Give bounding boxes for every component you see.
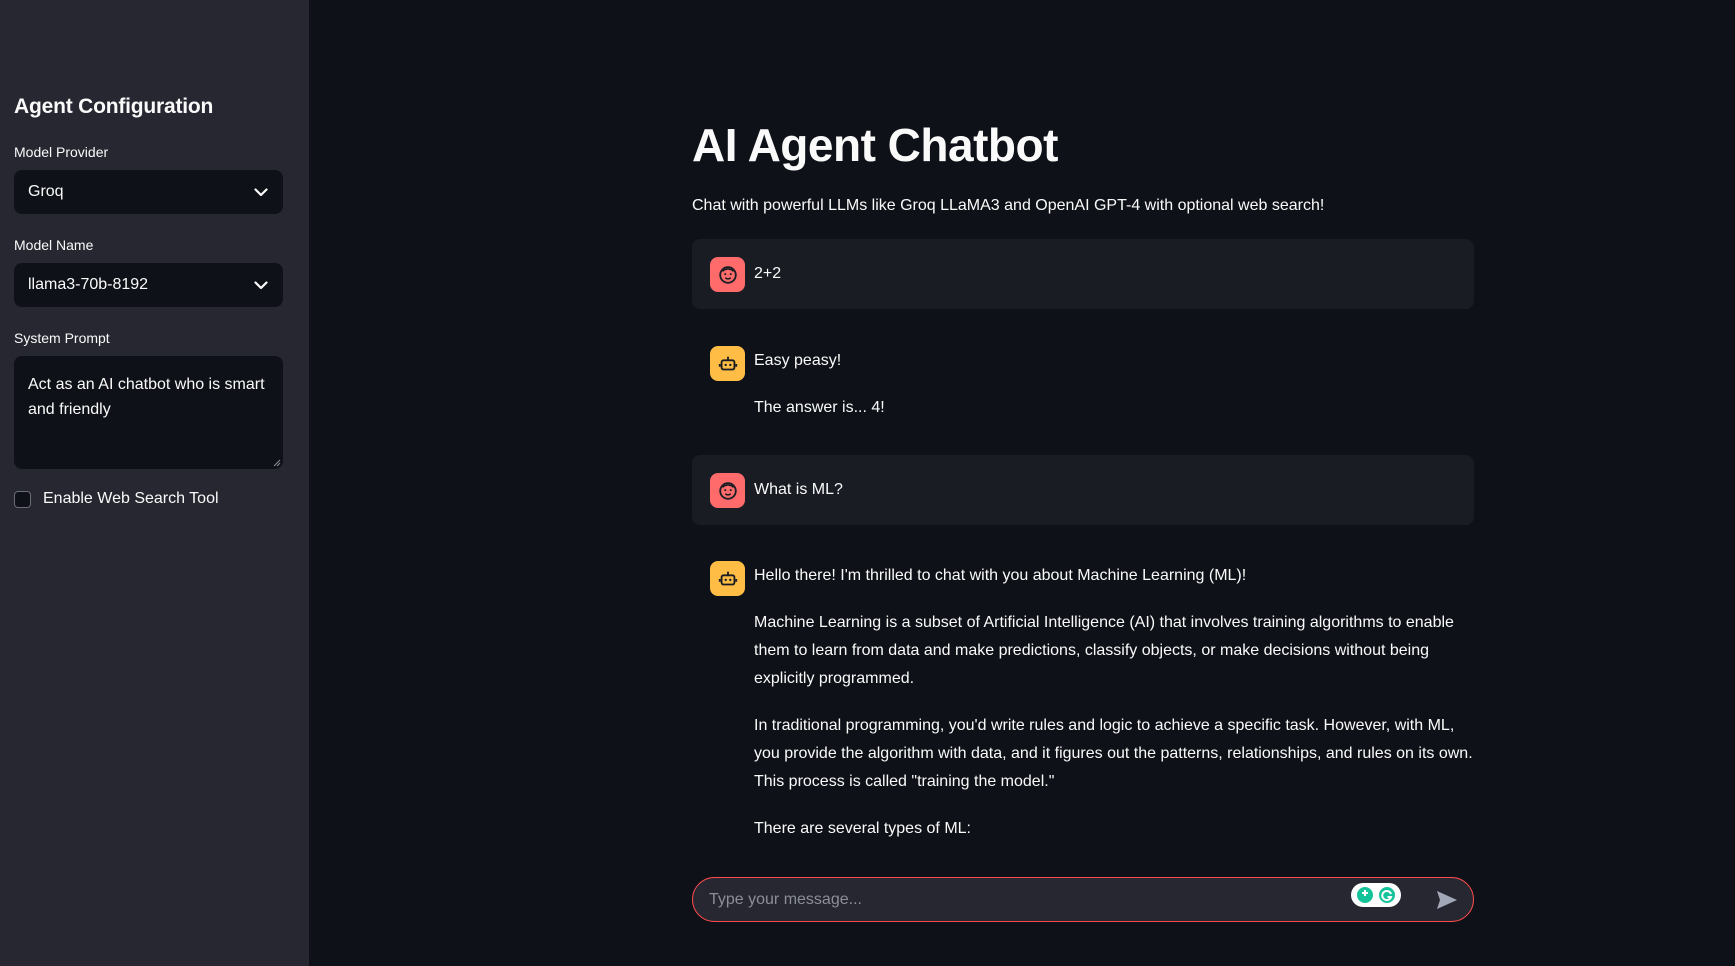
resize-grip-icon[interactable] [273,459,281,467]
chat-input[interactable]: Type your message... [692,877,1474,922]
chevron-down-icon [253,184,269,200]
message-text: 2+2 [754,265,782,282]
system-prompt-label: System Prompt [14,330,110,346]
face-icon [710,257,745,292]
sidebar-title: Agent Configuration [14,95,214,118]
message-paragraph: In traditional programming, you'd write … [754,717,1473,790]
page-title: AI Agent Chatbot [692,119,1058,171]
web-search-label: Enable Web Search Tool [43,490,219,507]
web-search-toggle[interactable]: Enable Web Search Tool [14,490,219,508]
model-provider-label: Model Provider [14,144,109,160]
model-provider-select[interactable]: Groq [14,170,283,214]
app-root: Agent Configuration Model Provider Groq … [0,0,1735,966]
message-body: Hello there! I'm thrilled to chat with y… [754,562,1474,862]
message-paragraph: Easy peasy! [754,352,842,369]
robot-icon [710,346,745,381]
page-subtitle: Chat with powerful LLMs like Groq LLaMA3… [692,197,1325,214]
chat-message-assistant: Easy peasy! The answer is... 4! [692,339,1474,429]
chat-message-user: What is ML? [692,455,1474,525]
model-name-select[interactable]: llama3-70b-8192 [14,263,283,307]
message-paragraph: There are several types of ML: [754,820,971,837]
message-paragraph: Hello there! I'm thrilled to chat with y… [754,567,1247,584]
message-paragraph: The answer is... 4! [754,399,885,416]
system-prompt-textarea[interactable]: Act as an AI chatbot who is smart and fr… [14,356,283,469]
grammarly-icon[interactable] [1351,883,1401,907]
message-body: Easy peasy! The answer is... 4! [754,347,1474,441]
web-search-checkbox[interactable] [14,490,31,508]
model-provider-value: Groq [28,183,64,200]
chevron-down-icon [253,277,269,293]
sidebar: Agent Configuration Model Provider Groq … [0,0,309,966]
model-name-label: Model Name [14,237,94,253]
send-icon[interactable] [1435,889,1459,911]
model-name-value: llama3-70b-8192 [28,276,149,293]
robot-icon [710,561,745,596]
face-icon [710,473,745,508]
system-prompt-value: Act as an AI chatbot who is smart and fr… [28,376,265,418]
chat-message-user: 2+2 [692,239,1474,309]
chat-message-assistant: Hello there! I'm thrilled to chat with y… [692,561,1474,861]
message-text: What is ML? [754,481,843,498]
chat-input-placeholder: Type your message... [709,890,862,908]
message-paragraph: Machine Learning is a subset of Artifici… [754,614,1454,687]
